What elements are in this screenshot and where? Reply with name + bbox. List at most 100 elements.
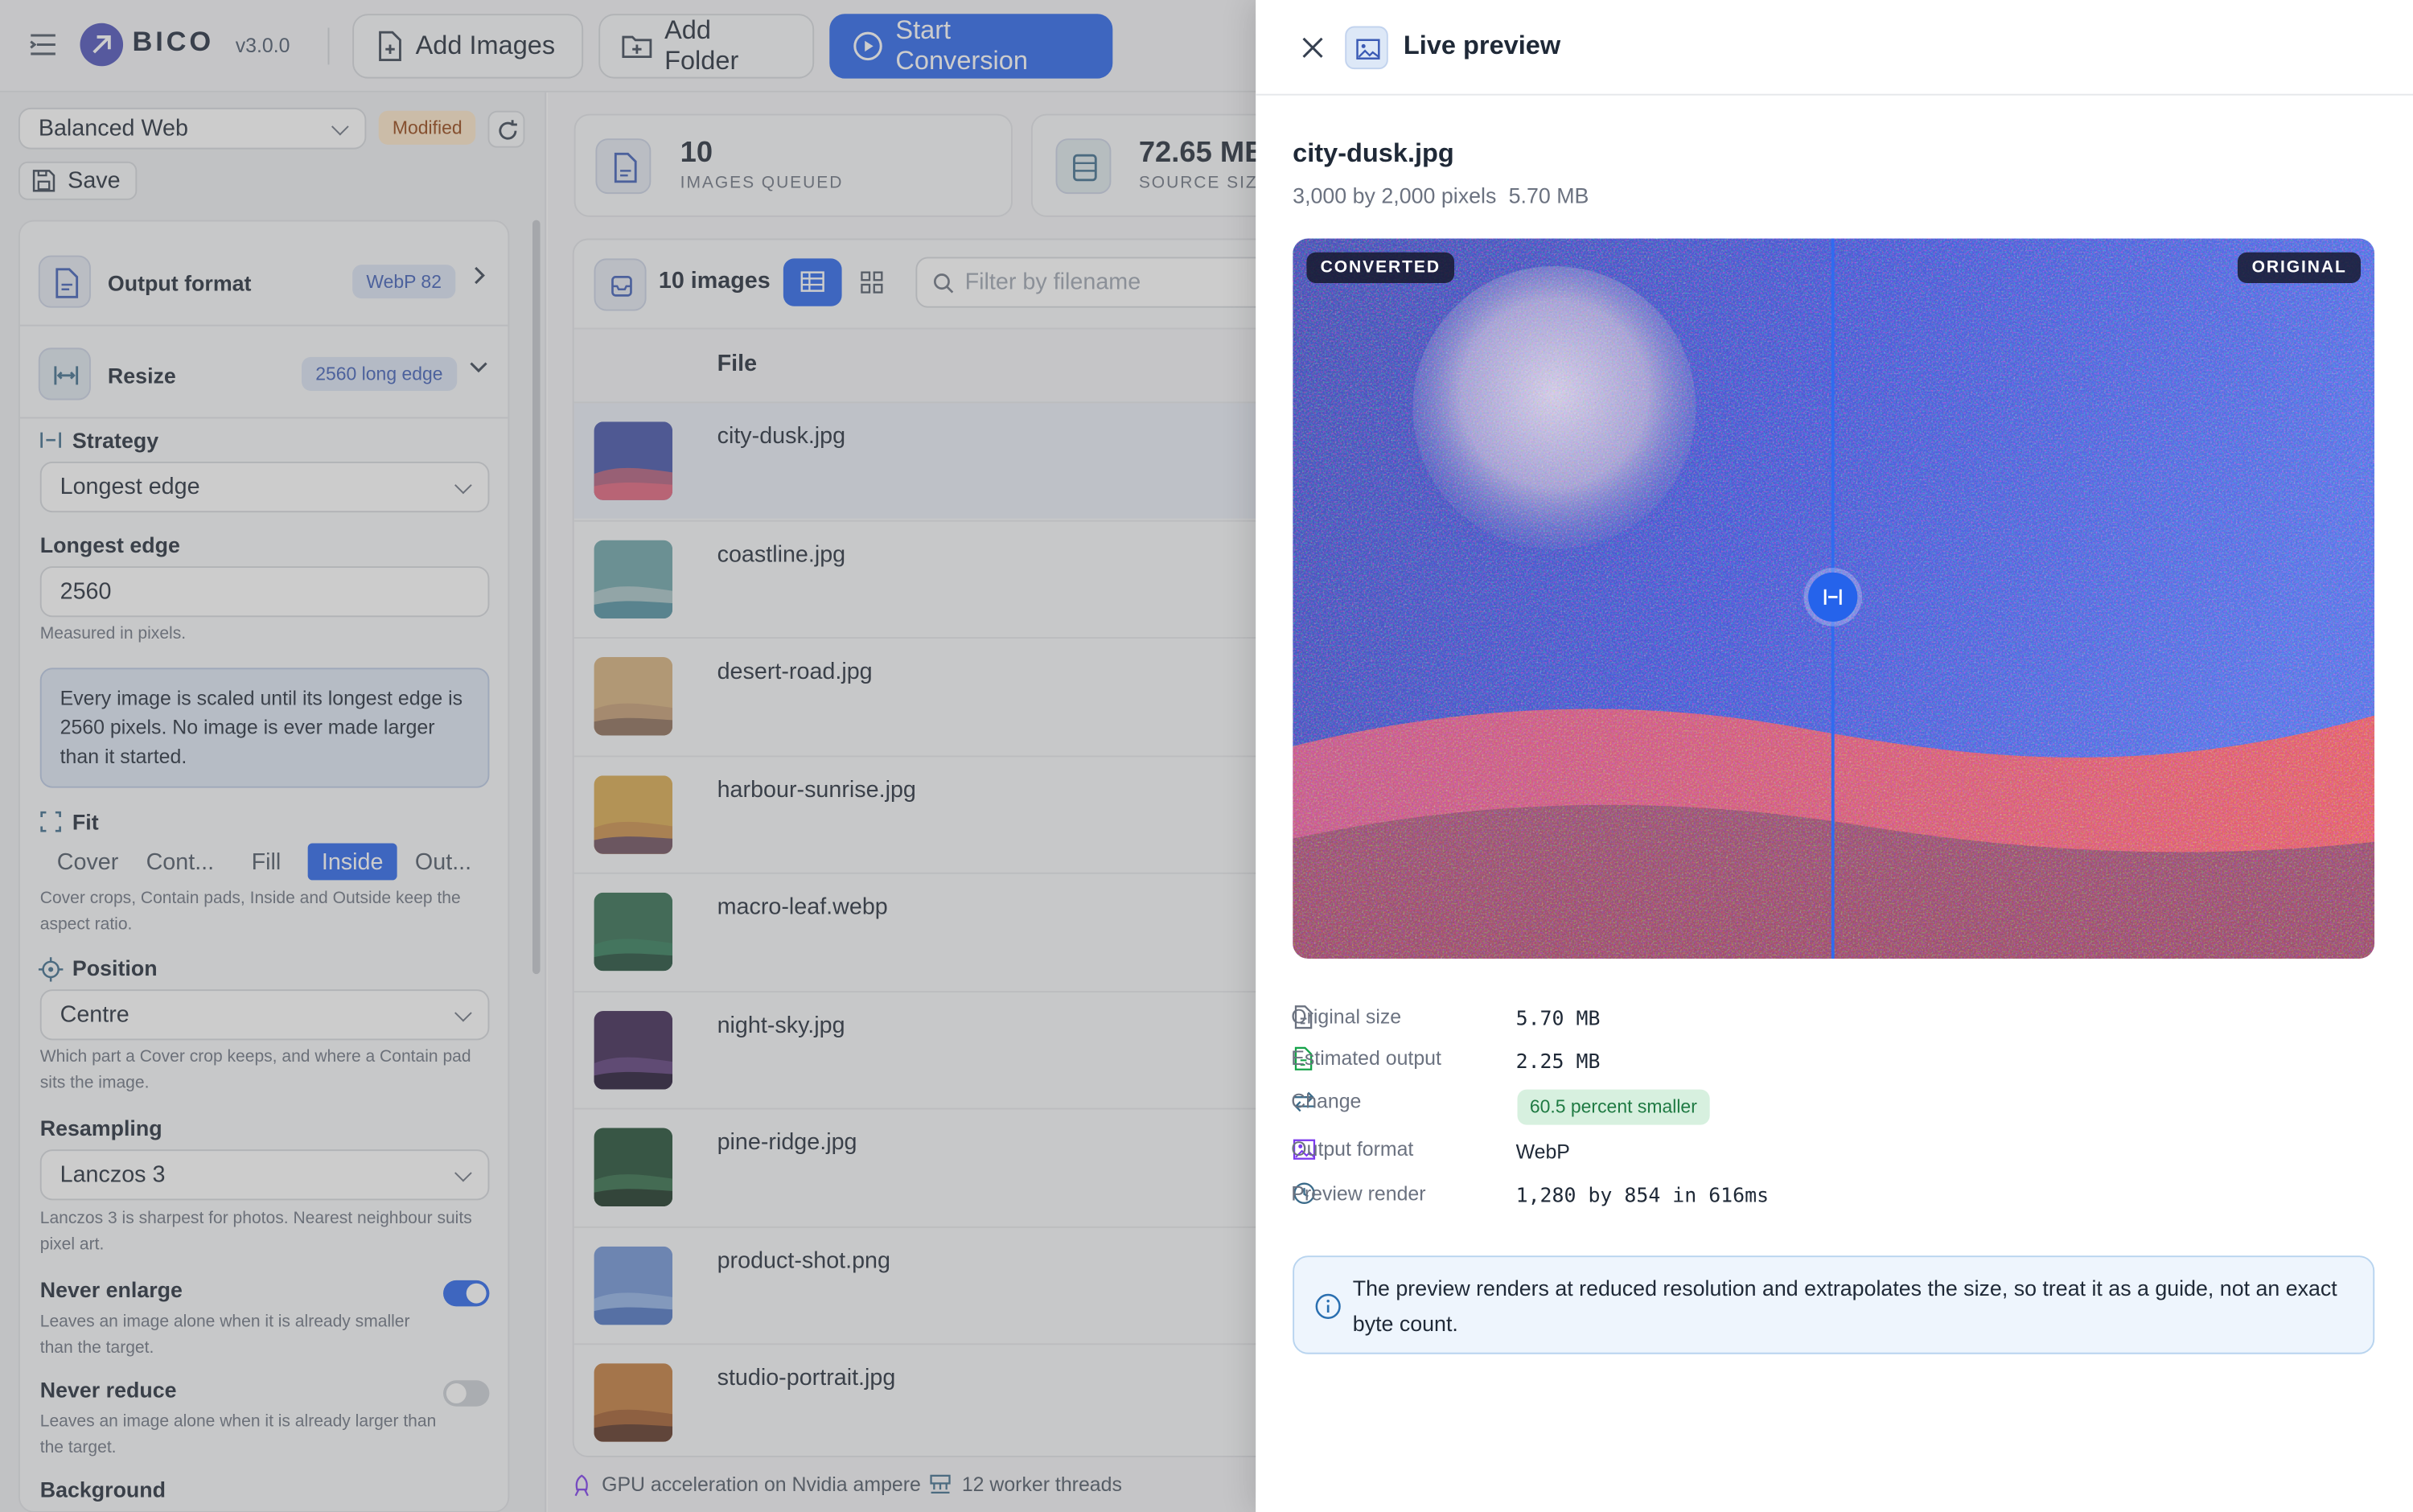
sidebar-toggle-icon[interactable] bbox=[27, 31, 58, 58]
resampling-help: Lanczos 3 is sharpest for photos. Neares… bbox=[39, 1209, 472, 1255]
position-select[interactable]: Centre bbox=[39, 989, 490, 1041]
add-folder-button[interactable]: Add Folder bbox=[598, 14, 815, 79]
file-name: macro-leaf.webp bbox=[717, 894, 888, 921]
filter-placeholder: Filter by filename bbox=[964, 269, 1141, 296]
table-view-button[interactable] bbox=[783, 258, 842, 306]
output-format-section-header[interactable]: Output format WebP 82 bbox=[20, 243, 508, 320]
start-conversion-label: Start Conversion bbox=[895, 15, 1028, 76]
never-enlarge-toggle[interactable] bbox=[443, 1280, 490, 1307]
strategy-select[interactable]: Longest edge bbox=[39, 461, 490, 513]
table-icon bbox=[800, 271, 824, 292]
file-icon bbox=[595, 138, 652, 195]
file-row[interactable]: macro-leaf.webp bbox=[573, 872, 1279, 989]
add-images-button[interactable]: Add Images bbox=[352, 14, 584, 79]
file-row[interactable]: pine-ridge.jpg bbox=[573, 1107, 1279, 1225]
chevron-down-icon bbox=[454, 1003, 472, 1021]
compare-handle[interactable] bbox=[1808, 572, 1858, 622]
original-size-value: 5.70 MB bbox=[1515, 1008, 1601, 1031]
file-row[interactable]: desert-road.jpg bbox=[573, 637, 1279, 754]
modified-badge: Modified bbox=[378, 110, 476, 145]
grid-view-button[interactable] bbox=[842, 258, 901, 306]
fit-option-contain[interactable]: Cont... bbox=[135, 843, 224, 880]
chevron-down-icon bbox=[470, 362, 487, 373]
file-name: night-sky.jpg bbox=[717, 1011, 845, 1038]
fit-option-cover[interactable]: Cover bbox=[40, 843, 136, 880]
file-name: coastline.jpg bbox=[717, 540, 846, 568]
fit-help: Cover crops, Contain pads, Inside and Ou… bbox=[39, 889, 461, 935]
chevron-down-icon bbox=[454, 1163, 472, 1181]
comparison-preview[interactable]: CONVERTED ORIGINAL bbox=[1293, 238, 2375, 959]
rocket-icon bbox=[574, 1474, 589, 1497]
file-thumbnail bbox=[594, 656, 673, 736]
fit-option-outside[interactable]: Out... bbox=[397, 843, 490, 880]
file-row[interactable]: product-shot.png bbox=[573, 1225, 1279, 1342]
resampling-label: Resampling bbox=[39, 1116, 162, 1140]
column-file-header[interactable]: File bbox=[717, 351, 757, 377]
save-icon bbox=[32, 170, 55, 192]
change-badge: 60.5 percent smaller bbox=[1517, 1089, 1710, 1125]
app-name: BICO bbox=[132, 26, 214, 57]
start-conversion-button[interactable]: Start Conversion bbox=[829, 14, 1113, 79]
toggle-knob bbox=[446, 1383, 467, 1403]
filter-input[interactable]: Filter by filename bbox=[915, 257, 1279, 308]
resize-info-box: Every image is scaled until its longest … bbox=[39, 668, 490, 788]
app-logo bbox=[80, 23, 124, 67]
strategy-value: Longest edge bbox=[60, 474, 200, 500]
file-row[interactable]: harbour-sunrise.jpg bbox=[573, 754, 1279, 871]
file-list-card: 10 images Filter by filename File city-d… bbox=[572, 238, 1280, 1457]
longest-edge-label: Longest edge bbox=[39, 532, 180, 557]
width-icon bbox=[40, 432, 61, 448]
file-name: pine-ridge.jpg bbox=[717, 1129, 857, 1156]
never-reduce-label: Never reduce bbox=[39, 1377, 177, 1403]
fit-option-fill[interactable]: Fill bbox=[224, 843, 307, 880]
change-label: Change bbox=[1291, 1089, 1362, 1113]
resampling-value: Lanczos 3 bbox=[60, 1161, 166, 1189]
file-plus-icon bbox=[379, 31, 401, 62]
add-folder-label: Add Folder bbox=[664, 15, 739, 76]
preview-render-value: 1,280 by 854 in 616ms bbox=[1515, 1185, 1770, 1208]
resize-section-header[interactable]: Resize 2560 long edge bbox=[20, 335, 508, 413]
chevron-down-icon bbox=[331, 117, 349, 135]
never-reduce-toggle[interactable] bbox=[443, 1380, 490, 1407]
file-row[interactable]: city-dusk.jpg bbox=[573, 401, 1279, 519]
source-size-value: 72.65 MB bbox=[1138, 137, 1266, 170]
never-enlarge-help: Leaves an image alone when it is already… bbox=[39, 1313, 410, 1358]
output-format-title: Output format bbox=[107, 270, 252, 296]
live-preview-drawer: Live preview city-dusk.jpg 3,000 by 2,00… bbox=[1256, 0, 2413, 1512]
file-thumbnail bbox=[594, 892, 673, 972]
file-thumbnail bbox=[594, 1245, 673, 1325]
fit-segmented-control: Cover Cont... Fill Inside Out... bbox=[40, 843, 490, 881]
settings-scrollbar[interactable] bbox=[532, 220, 541, 975]
preview-render-label: Preview render bbox=[1291, 1181, 1426, 1206]
never-enlarge-label: Never enlarge bbox=[39, 1277, 183, 1302]
resampling-select[interactable]: Lanczos 3 bbox=[39, 1149, 490, 1201]
original-tag: ORIGINAL bbox=[2238, 252, 2362, 284]
file-name: product-shot.png bbox=[717, 1247, 890, 1274]
fit-option-inside[interactable]: Inside bbox=[307, 843, 397, 881]
chevron-right-icon bbox=[475, 266, 485, 285]
resize-title: Resize bbox=[107, 363, 176, 388]
reset-preset-button[interactable] bbox=[487, 110, 525, 148]
save-preset-button[interactable]: Save bbox=[18, 161, 138, 200]
converted-tag: CONVERTED bbox=[1306, 252, 1455, 284]
resize-icon bbox=[38, 347, 91, 401]
close-icon[interactable] bbox=[1301, 35, 1326, 60]
preset-select[interactable]: Balanced Web bbox=[18, 107, 367, 150]
top-toolbar: BICO v3.0.0 Add Images Add Folder Start … bbox=[0, 0, 1256, 92]
file-row[interactable]: studio-portrait.jpg bbox=[573, 1343, 1279, 1456]
file-thumbnail bbox=[594, 1363, 673, 1442]
preview-notice: The preview renders at reduced resolutio… bbox=[1293, 1255, 2375, 1354]
estimated-output-label: Estimated output bbox=[1291, 1046, 1441, 1070]
file-row[interactable]: coastline.jpg bbox=[573, 519, 1279, 636]
position-label: Position bbox=[72, 955, 158, 980]
longest-edge-input[interactable]: 2560 bbox=[39, 566, 490, 618]
inbox-icon bbox=[594, 258, 647, 311]
output-format-label: Output format bbox=[1291, 1136, 1414, 1161]
play-circle-icon bbox=[853, 31, 882, 61]
background-label: Background bbox=[39, 1477, 166, 1502]
images-queued-value: 10 bbox=[680, 137, 713, 170]
file-row[interactable]: night-sky.jpg bbox=[573, 990, 1279, 1107]
file-name: studio-portrait.jpg bbox=[717, 1365, 896, 1391]
preview-file-info: 3,000 by 2,000 pixels 5.70 MB bbox=[1293, 183, 1589, 208]
app-version: v3.0.0 bbox=[235, 34, 290, 57]
